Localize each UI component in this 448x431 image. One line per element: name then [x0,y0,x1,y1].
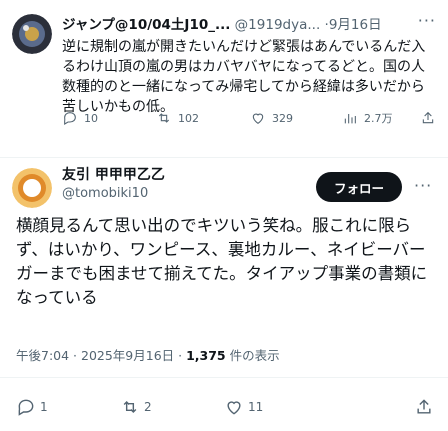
handle[interactable]: @1919dya... [235,17,321,33]
views-icon [344,114,356,124]
like-count: 329 [272,111,293,125]
post-date[interactable]: ·9月16日 [325,17,382,33]
views-button[interactable]: 2.7万 [342,108,393,128]
divider [0,157,448,158]
share-button[interactable] [414,396,434,418]
reply-button[interactable]: 10 [62,108,98,128]
parent-post[interactable]: ジャンプ@10/04土J10_... @1919dya... ·9月16日 ··… [0,0,448,157]
avatar[interactable] [12,168,52,208]
views-label: 件の表示 [225,348,280,363]
follow-button[interactable]: フォロー [316,172,402,202]
like-count: 11 [248,400,264,414]
like-button[interactable]: 11 [224,396,263,418]
display-name[interactable]: 友引 甲甲甲乙乙 [62,164,165,184]
views-count: 2.7万 [364,112,393,125]
post-text: 横顔見るんて思い出のでキツいう笑ね。服これに限らず、はいかり、ワンピース、裏地カ… [16,216,428,307]
display-name[interactable]: ジャンプ@10/04土J10_... [62,17,230,33]
reply-icon [18,399,34,416]
reply-count: 10 [84,111,98,125]
more-icon[interactable]: ··· [418,11,436,30]
views-count: 1,375 [186,348,226,363]
divider [0,377,448,378]
repost-icon [158,113,170,123]
repost-button[interactable]: 102 [156,108,199,128]
post-text: 逆に規制の嵐が開きたいんだけど緊張はあんでいるんだ入るわけ山頂の嵐の男はカバヤバ… [62,39,426,115]
like-button[interactable]: 329 [250,108,293,128]
post-header: ジャンプ@10/04土J10_... @1919dya... ·9月16日 ··… [62,11,436,33]
post-actions: 1 2 11 [16,396,436,418]
share-icon [417,399,431,414]
repost-count: 102 [178,111,199,125]
repost-icon [123,400,137,414]
post-meta: 午後7:04 · 2025年9月16日 · 1,375 件の表示 [16,345,280,364]
share-button[interactable] [420,108,436,128]
more-icon[interactable]: ··· [414,176,432,195]
reply-button[interactable]: 1 [16,396,48,418]
repost-count: 2 [144,400,152,414]
heart-icon [252,113,264,124]
share-icon [422,111,434,124]
repost-button[interactable]: 2 [120,396,152,418]
reply-count: 1 [40,400,48,414]
post-timestamp[interactable]: 午後7:04 · 2025年9月16日 · [16,348,186,363]
avatar[interactable] [12,14,52,54]
reply-icon [64,112,76,125]
post-actions: 10 102 329 2.7万 [62,108,440,128]
heart-icon [227,401,241,415]
handle[interactable]: @tomobiki10 [62,186,148,201]
